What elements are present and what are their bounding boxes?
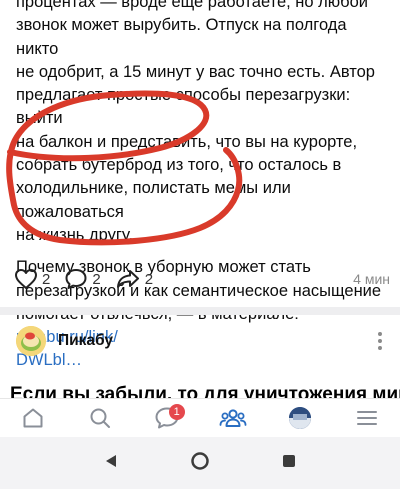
comment-button[interactable]: 2	[64, 268, 101, 290]
hamburger-menu-icon	[356, 410, 377, 425]
author-row[interactable]: Пикабу	[16, 325, 386, 357]
home-circle-icon	[191, 451, 209, 470]
people-icon	[219, 408, 247, 427]
feed-separator	[0, 307, 400, 315]
heart-icon	[15, 269, 37, 289]
system-recents-button[interactable]	[281, 453, 297, 474]
post-text: процентах — вроде еще работаете, но любо…	[16, 0, 388, 373]
post-line: на жизнь другу.	[16, 225, 134, 244]
share-icon	[116, 270, 139, 288]
home-icon	[23, 408, 43, 427]
author-avatar[interactable]	[16, 326, 46, 356]
recents-square-icon	[282, 454, 295, 467]
author-name[interactable]: Пикабу	[58, 332, 113, 350]
system-home-button[interactable]	[190, 451, 210, 476]
post-line: на балкон и представить, что вы на курор…	[16, 132, 358, 151]
search-icon	[90, 408, 110, 428]
post-line: процентах — вроде еще работаете, но любо…	[16, 0, 369, 11]
tab-profile[interactable]	[280, 400, 320, 436]
share-button[interactable]: 2	[115, 268, 153, 290]
profile-avatar	[288, 406, 311, 429]
post-paragraph-1: процентах — вроде еще работаете, но любо…	[16, 0, 388, 247]
tab-menu[interactable]	[347, 400, 387, 436]
system-navigation-bar	[0, 437, 400, 489]
profile-picture-icon	[288, 406, 311, 429]
comment-icon	[65, 269, 87, 289]
next-post-title[interactable]: Если вы забыли, то для уничтожения мира	[10, 380, 400, 398]
more-options-icon[interactable]	[374, 328, 386, 354]
bottom-tab-bar: 1	[0, 398, 400, 436]
post-actions: 2 2 2 4 мин	[14, 267, 390, 291]
post-line: предлагает простые способы перезагрузки:…	[16, 86, 351, 128]
tab-communities[interactable]	[213, 400, 253, 436]
back-triangle-icon	[106, 454, 117, 467]
post-line: собрать бутерброд из того, что осталось …	[16, 156, 342, 175]
post-time: 4 мин	[353, 271, 390, 287]
system-back-button[interactable]	[103, 453, 119, 474]
tab-messages[interactable]: 1	[147, 400, 187, 436]
share-count: 2	[144, 270, 154, 288]
notifications-badge: 1	[168, 403, 185, 420]
like-button[interactable]: 2	[14, 268, 50, 290]
like-count: 2	[42, 270, 51, 288]
post-line: звонок может вырубить. Отпуск на полгода…	[16, 16, 347, 58]
tab-search[interactable]	[80, 400, 120, 436]
post-line: холодильнике, полистать мемы или пожалов…	[16, 179, 291, 221]
tab-home[interactable]	[13, 400, 53, 436]
comment-count: 2	[92, 270, 101, 288]
pikabu-logo-icon	[16, 326, 46, 356]
post-line: не одобрит, а 15 минут у вас точно есть.…	[16, 62, 375, 81]
